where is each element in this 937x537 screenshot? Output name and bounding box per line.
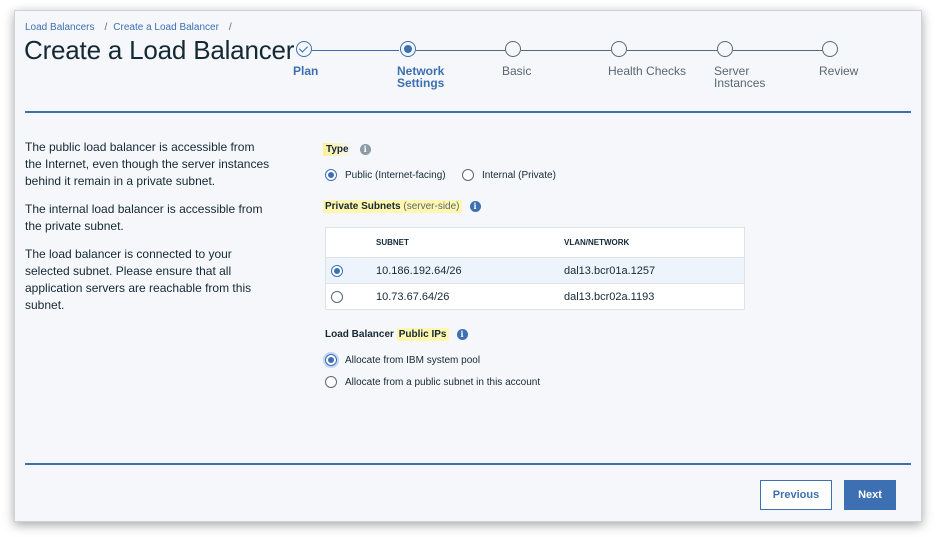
current-step-icon (400, 41, 416, 57)
step-connector (733, 50, 822, 51)
step-label: Server Instances (714, 64, 766, 90)
subnets-label-text: Private Subnets (325, 201, 401, 213)
check-icon (296, 41, 312, 57)
breadcrumb-create-load-balancer[interactable]: Create a Load Balancer (113, 22, 219, 33)
info-icon[interactable]: i (359, 144, 371, 155)
step-label: Basic (502, 64, 532, 78)
step-circle-icon (717, 41, 733, 57)
radio-label: Public (Internet-facing) (345, 169, 446, 181)
step-circle-icon (505, 41, 521, 57)
help-paragraph: The load balancer is connected to your s… (25, 247, 252, 312)
help-paragraph: The internal load balancer is accessible… (25, 202, 263, 233)
table-header-vlan: VLAN/NETWORK (564, 238, 630, 247)
public-ips-label-prefix: Load Balancer (325, 329, 397, 341)
subnet-radio[interactable] (331, 264, 343, 277)
table-header-subnet: SUBNET (376, 238, 409, 247)
help-paragraph: The public load balancer is accessible f… (25, 140, 270, 188)
step-circle-icon (822, 41, 838, 57)
help-text: The public load balancer is accessible f… (25, 139, 270, 325)
table-cell-select (325, 283, 376, 310)
public-ips-label-highlight: Public IPs (396, 328, 449, 342)
step-connector (627, 50, 717, 51)
step-connector (521, 50, 611, 51)
step-plan[interactable]: Plan (293, 41, 318, 77)
step-label: Network Settings (397, 64, 445, 90)
step-basic[interactable]: Basic (502, 41, 531, 77)
radio-public-subnet[interactable] (325, 376, 337, 388)
subnets-section-label: Private Subnets (server-side) i (323, 200, 481, 214)
step-review[interactable]: Review (819, 41, 858, 77)
header-divider (25, 111, 911, 113)
radio-internal[interactable] (462, 169, 474, 181)
progress-stepper: Plan Network Settings Basic Health Check… (293, 41, 858, 101)
radio-label: Internal (Private) (482, 169, 556, 181)
breadcrumb-separator: / (104, 22, 108, 33)
subnet-radio[interactable] (331, 290, 343, 303)
step-circle-icon (611, 41, 627, 57)
radio-label: Allocate from a public subnet in this ac… (345, 376, 541, 388)
step-connector (312, 50, 399, 51)
radio-public[interactable] (325, 169, 337, 181)
table-cell-subnet: 10.73.67.64/26 (376, 283, 564, 310)
footer-divider (25, 463, 911, 465)
previous-button[interactable]: Previous (760, 480, 832, 510)
type-section-label: Type i (323, 143, 371, 157)
wizard-window: Load Balancers / Create a Load Balancer / C… (14, 10, 922, 522)
info-icon[interactable]: i (456, 329, 468, 340)
subnets-label: Private Subnets (server-side) (323, 200, 462, 214)
table-row[interactable]: 10.73.67.64/26 dal13.bcr02a.1193 (325, 283, 745, 310)
public-ip-option-system-pool[interactable]: Allocate from IBM system pool (325, 354, 480, 366)
table-cell-subnet: 10.186.192.64/26 (376, 257, 564, 284)
public-ip-option-public-subnet[interactable]: Allocate from a public subnet in this ac… (325, 376, 540, 388)
step-connector (416, 50, 505, 51)
table-cell-vlan: dal13.bcr02a.1193 (564, 283, 745, 310)
step-label: Plan (293, 64, 319, 78)
breadcrumb-separator: / (228, 22, 232, 33)
radio-label: Allocate from IBM system pool (345, 354, 481, 366)
step-server-instances[interactable]: Server Instances (714, 41, 765, 89)
table-cell-select (325, 257, 376, 284)
type-option-public[interactable]: Public (Internet-facing) (325, 169, 446, 181)
step-health-checks[interactable]: Health Checks (608, 41, 686, 77)
next-button[interactable]: Next (844, 480, 896, 510)
step-label: Review (819, 64, 859, 78)
breadcrumb: Load Balancers / Create a Load Balancer / (25, 22, 238, 33)
info-icon[interactable]: i (469, 201, 481, 212)
type-label: Type (323, 143, 352, 157)
subnet-table: SUBNET VLAN/NETWORK 10.186.192.64/26 dal… (325, 227, 745, 310)
step-label: Health Checks (608, 64, 687, 78)
table-cell-vlan: dal13.bcr01a.1257 (564, 257, 745, 284)
breadcrumb-load-balancers[interactable]: Load Balancers (25, 22, 95, 33)
table-header-select (326, 228, 377, 258)
page-title: Create a Load Balancer (24, 35, 295, 65)
table-header-row: SUBNET VLAN/NETWORK (326, 228, 745, 258)
type-option-internal[interactable]: Internal (Private) (462, 169, 556, 181)
subnets-label-suffix: (server-side) (403, 201, 460, 213)
public-ips-section-label: Load Balancer Public IPs i (325, 328, 468, 342)
table-row[interactable]: 10.186.192.64/26 dal13.bcr01a.1257 (325, 257, 745, 284)
step-network-settings[interactable]: Network Settings (397, 41, 444, 89)
radio-system-pool[interactable] (325, 354, 337, 366)
